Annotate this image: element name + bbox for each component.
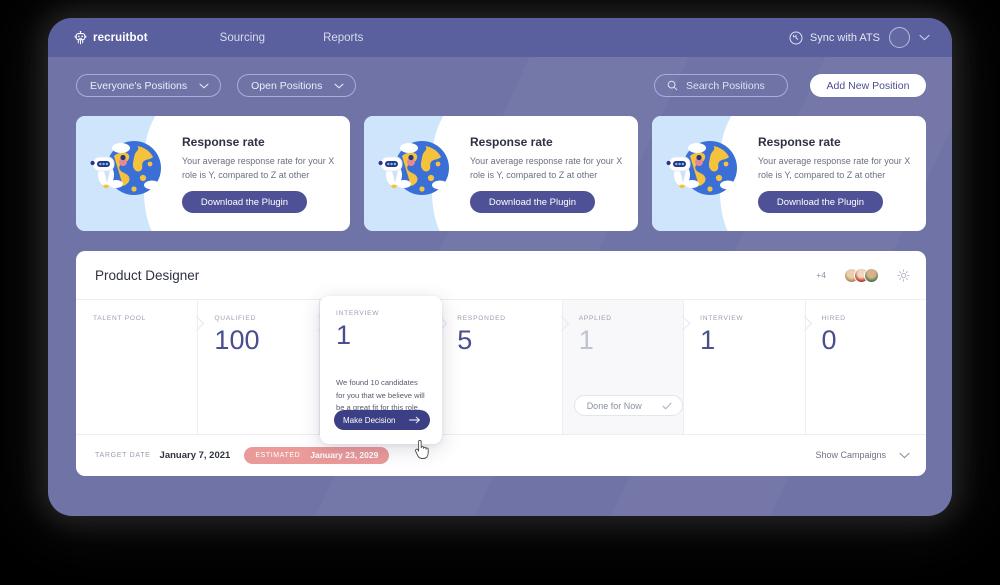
status-badge: Estimated <box>255 451 301 459</box>
top-navigation-bar: recruitbot Sourcing Reports Sync with AT… <box>48 18 952 57</box>
filter-everyones-positions[interactable]: Everyone's Positions <box>76 74 222 97</box>
target-date-value: January 7, 2021 <box>159 449 231 461</box>
stage-value: 100 <box>214 325 260 355</box>
stage-talent-pool[interactable]: Talent Pool <box>76 299 198 434</box>
stage-applied[interactable]: Applied 1 Done for Now <box>553 299 684 434</box>
stage-label: Qualified <box>214 315 256 322</box>
search-placeholder: Search Positions <box>686 79 765 92</box>
avatar <box>864 267 879 283</box>
gear-icon[interactable] <box>897 268 910 282</box>
chevron-down-icon[interactable] <box>899 452 910 459</box>
panel-header-right: +4 <box>816 267 910 283</box>
promo-illustration <box>364 116 496 231</box>
stage-qualified[interactable]: Qualified 100 <box>189 299 319 434</box>
avatar-group[interactable] <box>844 267 879 283</box>
page-title: Product Designer <box>95 267 200 283</box>
robot-globe-illustration <box>378 132 452 206</box>
stage-label: Applied <box>578 315 612 322</box>
screen: recruitbot Sourcing Reports Sync with AT… <box>0 0 1000 585</box>
chevron-down-icon <box>199 83 209 89</box>
promo-text: Your average response rate for your X ro… <box>470 156 623 180</box>
sync-with-ats-button[interactable]: Sync with ATS <box>789 31 880 45</box>
popover-stage-label: Interview <box>336 310 380 317</box>
mouse-cursor <box>414 440 430 460</box>
panel-footer-right: Show Campaigns <box>815 450 910 460</box>
nav-link-reports[interactable]: Reports <box>323 32 363 44</box>
chevron-down-icon[interactable] <box>919 34 930 41</box>
filter-open-positions[interactable]: Open Positions <box>237 74 357 97</box>
promo-body: Response rate Your average response rate… <box>174 116 350 231</box>
robot-head-icon <box>74 30 87 45</box>
stage-interview-2[interactable]: Interview 1 <box>674 299 805 434</box>
topbar-right: Sync with ATS <box>789 27 930 48</box>
popover-message: We found 10 candidates for you that we b… <box>336 378 425 413</box>
popover-stage-value: 1 <box>336 320 352 350</box>
estimated-date-value: January 23, 2029 <box>310 450 379 460</box>
app-window: recruitbot Sourcing Reports Sync with AT… <box>48 18 952 516</box>
promo-title: Response rate <box>758 135 841 149</box>
promo-text: Your average response rate for your X ro… <box>182 156 335 180</box>
panel-footer: Target Date January 7, 2021 Estimated Ja… <box>76 434 926 475</box>
chevron-down-icon <box>334 83 344 89</box>
user-avatar[interactable] <box>889 27 910 48</box>
promo-body: Response rate Your average response rate… <box>462 116 638 231</box>
panel-header: Product Designer +4 <box>76 251 926 299</box>
interview-popover: Interview 1 We found 10 candidates for y… <box>320 296 442 444</box>
search-icon <box>667 80 678 91</box>
stage-value: 1 <box>700 325 716 355</box>
done-for-now-button[interactable]: Done for Now <box>573 395 683 416</box>
stage-label: Interview <box>700 315 744 322</box>
refresh-circle-icon <box>789 31 803 45</box>
make-decision-label: Make Decision <box>343 415 396 425</box>
estimated-date-badge: Estimated January 23, 2029 <box>244 446 390 464</box>
nav-links: Sourcing Reports <box>220 32 364 44</box>
download-plugin-button[interactable]: Download the Plugin <box>758 191 883 213</box>
robot-globe-illustration <box>666 132 740 206</box>
promo-illustration <box>76 116 208 231</box>
stage-responded[interactable]: Responded 5 <box>431 299 562 434</box>
nav-link-sourcing[interactable]: Sourcing <box>220 32 265 44</box>
avatar-overflow-count: +4 <box>816 270 826 280</box>
pipeline-stages: Talent Pool Qualified 100 Interview 1 Re… <box>76 296 926 444</box>
stage-action: Done for Now <box>573 395 683 416</box>
promo-body: Response rate Your average response rate… <box>750 116 926 231</box>
sync-label: Sync with ATS <box>809 31 880 44</box>
brand-name: recruitbot <box>93 31 148 44</box>
search-positions-field[interactable]: Search Positions <box>654 74 788 97</box>
stage-label: Talent Pool <box>93 315 147 322</box>
promo-card: Response rate Your average response rate… <box>76 116 350 231</box>
filter-owner-label: Everyone's Positions <box>90 79 188 92</box>
filter-status-label: Open Positions <box>251 79 323 92</box>
target-date-label: Target Date <box>95 451 151 459</box>
filter-toolbar: Everyone's Positions Open Positions Sear… <box>48 57 952 97</box>
promo-title: Response rate <box>470 135 553 149</box>
promo-card-list: Response rate Your average response rate… <box>48 97 952 231</box>
stage-value: 0 <box>821 325 837 355</box>
stage-hired[interactable]: Hired 0 <box>796 299 926 434</box>
add-new-position-button[interactable]: Add New Position <box>810 74 926 97</box>
show-campaigns-button[interactable]: Show Campaigns <box>815 450 886 460</box>
position-panel: Product Designer +4 TALENT POOL QUALIFIE… <box>76 251 926 476</box>
robot-globe-illustration <box>90 132 164 206</box>
check-icon <box>662 402 672 410</box>
promo-illustration <box>652 116 784 231</box>
promo-title: Response rate <box>182 135 265 149</box>
download-plugin-button[interactable]: Download the Plugin <box>470 191 595 213</box>
stage-label: Hired <box>821 315 846 322</box>
stage-value: 1 <box>578 325 594 355</box>
download-plugin-button[interactable]: Download the Plugin <box>182 191 307 213</box>
arrow-right-icon <box>409 416 421 424</box>
promo-text: Your average response rate for your X ro… <box>758 156 911 180</box>
brand-logo[interactable]: recruitbot <box>74 30 148 45</box>
make-decision-button[interactable]: Make Decision <box>334 410 430 430</box>
promo-card: Response rate Your average response rate… <box>364 116 638 231</box>
toolbar-right: Search Positions Add New Position <box>654 74 926 97</box>
stage-value: 5 <box>457 325 473 355</box>
done-for-now-label: Done for Now <box>586 400 642 411</box>
stage-label: Responded <box>457 315 506 322</box>
promo-card: Response rate Your average response rate… <box>652 116 926 231</box>
